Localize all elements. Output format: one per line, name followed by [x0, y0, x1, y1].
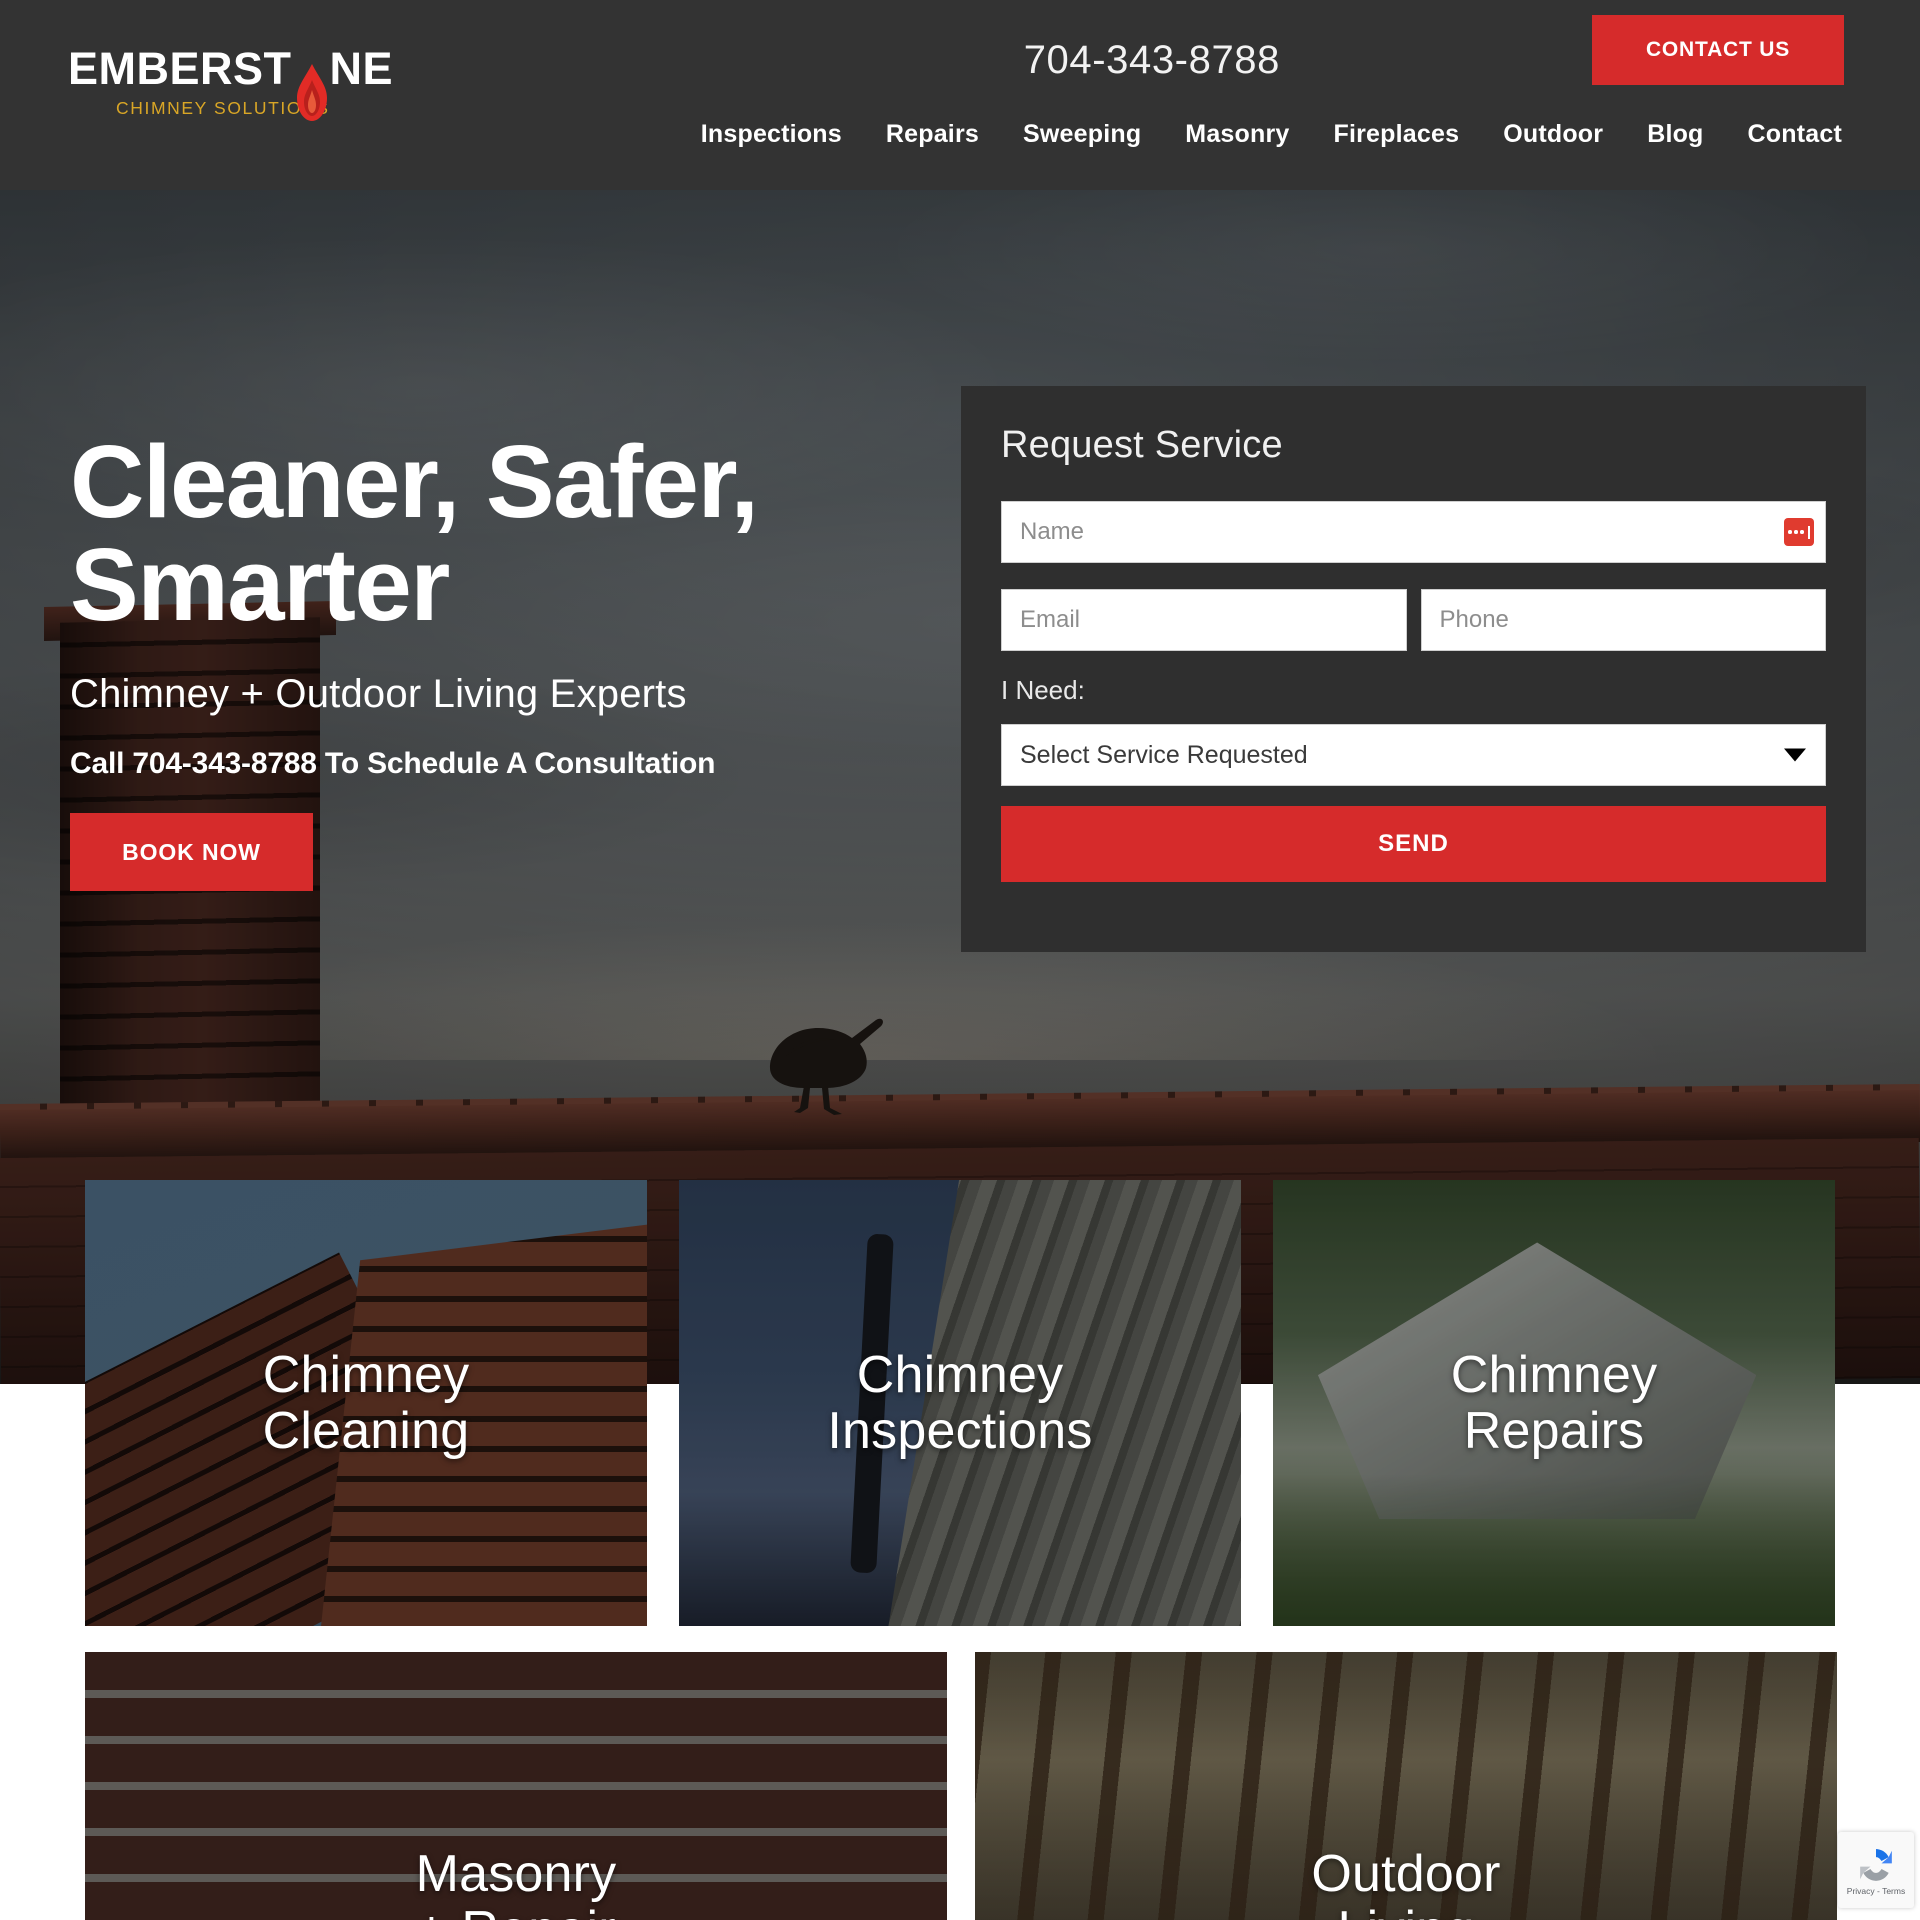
nav-item-blog[interactable]: Blog: [1647, 120, 1703, 149]
card-caption-line1: Chimney: [262, 1345, 470, 1404]
main-navigation: Inspections Repairs Sweeping Masonry Fir…: [0, 120, 1920, 149]
service-card-outdoor-living[interactable]: Outdoor Living: [975, 1652, 1837, 1920]
service-card-chimney-cleaning[interactable]: Chimney Cleaning: [85, 1180, 647, 1626]
service-cards-row-bottom: Masonry + Repair Outdoor Living: [0, 1652, 1920, 1920]
service-select[interactable]: Select Service Requested: [1001, 724, 1826, 786]
flame-icon: [296, 64, 327, 121]
recaptcha-badge[interactable]: Privacy - Terms: [1838, 1832, 1914, 1908]
page-title: Cleaner, Safer, Smarter: [70, 430, 930, 636]
card-caption: Chimney Repairs: [1451, 1347, 1658, 1459]
card-caption-line1: Chimney: [856, 1345, 1064, 1404]
request-service-form: Request Service I Need: Select Service R…: [961, 386, 1866, 952]
recaptcha-icon: [1860, 1849, 1892, 1881]
nav-item-inspections[interactable]: Inspections: [701, 120, 842, 149]
card-caption-line2: Cleaning: [262, 1402, 470, 1460]
card-caption-line2: Repairs: [1463, 1402, 1645, 1460]
logo-wordmark: EMBERST NE: [68, 43, 393, 121]
card-caption-line2: Living: [1337, 1901, 1474, 1920]
book-now-button[interactable]: BOOK NOW: [70, 813, 313, 891]
logo-tagline: CHIMNEY SOLUTIONS: [116, 98, 330, 118]
hero-content: Cleaner, Safer, Smarter Chimney + Outdoo…: [70, 430, 930, 891]
hero-headline-line2: Smarter: [70, 527, 450, 642]
hero-headline-line1: Cleaner, Safer,: [70, 424, 759, 539]
logo-name-part2: NE: [329, 43, 394, 94]
service-select-value: Select Service Requested: [1020, 740, 1308, 769]
card-caption-line2: Inspections: [827, 1402, 1093, 1460]
card-caption-line2: + Repair: [416, 1901, 616, 1920]
service-cards-row-top: Chimney Cleaning Chimney Inspections Chi…: [0, 1180, 1920, 1626]
nav-item-masonry[interactable]: Masonry: [1185, 120, 1289, 149]
i-need-label: I Need:: [1001, 675, 1085, 705]
logo-name-part1: EMBERST: [68, 43, 292, 94]
site-header: EMBERST NE CHIMNEY SOLUTIONS 704-343-8788…: [0, 0, 1920, 190]
email-input[interactable]: [1001, 589, 1407, 651]
phone-input[interactable]: [1420, 589, 1826, 651]
card-caption: Masonry + Repair: [85, 1846, 947, 1920]
contact-us-button[interactable]: CONTACT US: [1592, 15, 1844, 85]
service-card-masonry-repair[interactable]: Masonry + Repair: [85, 1652, 947, 1920]
header-phone-number[interactable]: 704-343-8788: [1024, 38, 1280, 83]
crow-silhouette: [770, 1018, 883, 1115]
card-caption: Chimney Inspections: [827, 1347, 1092, 1459]
card-caption-line1: Outdoor: [1311, 1844, 1501, 1903]
card-caption-line1: Masonry: [415, 1844, 617, 1903]
nav-item-contact[interactable]: Contact: [1748, 120, 1842, 149]
nav-item-fireplaces[interactable]: Fireplaces: [1334, 120, 1460, 149]
recaptcha-text: Privacy - Terms: [1846, 1886, 1906, 1896]
nav-item-repairs[interactable]: Repairs: [886, 120, 979, 149]
form-title: Request Service: [1001, 424, 1283, 466]
email-phone-row: [1001, 589, 1826, 651]
send-button[interactable]: SEND: [1001, 806, 1826, 882]
service-card-chimney-inspections[interactable]: Chimney Inspections: [679, 1180, 1241, 1626]
nav-item-outdoor[interactable]: Outdoor: [1503, 120, 1603, 149]
service-card-chimney-repairs[interactable]: Chimney Repairs: [1273, 1180, 1835, 1626]
chevron-down-icon: [1784, 748, 1806, 762]
card-caption-line1: Chimney: [1450, 1345, 1658, 1404]
hero-call-line: Call 704-343-8788 To Schedule A Consulta…: [70, 747, 716, 780]
name-field-row: [1001, 501, 1826, 563]
service-select-wrap: Select Service Requested: [1001, 724, 1826, 786]
hero-subheadline: Chimney + Outdoor Living Experts: [70, 672, 687, 716]
autofill-icon[interactable]: [1784, 518, 1814, 546]
name-input[interactable]: [1001, 501, 1826, 563]
nav-item-sweeping[interactable]: Sweeping: [1023, 120, 1141, 149]
card-caption: Chimney Cleaning: [263, 1347, 470, 1459]
card-caption: Outdoor Living: [975, 1846, 1837, 1920]
page-root: EMBERST NE CHIMNEY SOLUTIONS 704-343-8788…: [0, 0, 1920, 1920]
